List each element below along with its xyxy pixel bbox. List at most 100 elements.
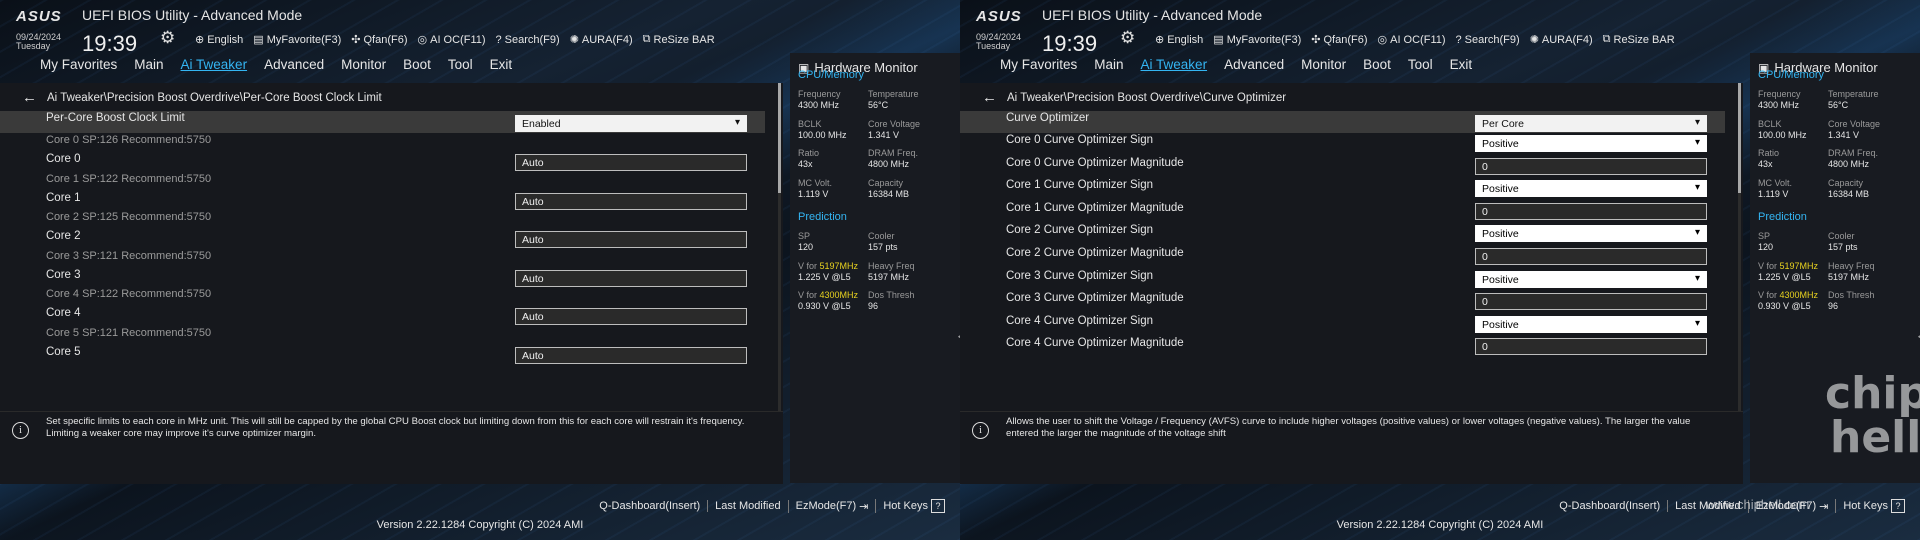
footer-link-hot-keys[interactable]: Hot Keys? [875,499,952,513]
scrollbar-thumb[interactable] [778,83,781,193]
back-arrow-icon[interactable]: ← [982,89,997,106]
footer-link-q-dashboard-insert[interactable]: Q-Dashboard(Insert) [592,500,707,512]
footer-link-label: Last Modified [715,500,781,512]
gear-icon[interactable]: ⚙ [1120,28,1135,48]
setting-row[interactable]: Core 2 Curve Optimizer Magnitude 0 [960,246,1725,269]
footer-link-hot-keys[interactable]: Hot Keys? [1835,499,1912,513]
hardware-monitor: ▣ Hardware Monitor CPU/Memory Frequency 4… [790,53,960,483]
value-input[interactable]: 0 [1475,157,1707,175]
setting-row[interactable]: Core 0 Curve Optimizer Sign Positive [960,133,1725,156]
value-input[interactable]: 0 [1475,247,1707,265]
value-input[interactable]: 0 [1475,202,1707,220]
value-input[interactable]: Auto [515,231,747,248]
breadcrumb[interactable]: ← Ai Tweaker\Precision Boost Overdrive\P… [22,89,382,106]
setting-row[interactable]: Core 1 Auto [0,191,765,211]
footer-link-ezmode-f7[interactable]: EzMode(F7) ⇥ [787,499,876,513]
setting-row[interactable]: Core 4 Curve Optimizer Sign Positive [960,314,1725,337]
setting-row[interactable]: Core 3 Curve Optimizer Sign Positive [960,269,1725,292]
back-arrow-icon[interactable]: ← [22,89,37,106]
value-dropdown[interactable]: Positive [1475,315,1707,333]
hw-stat-value: 1.119 V [1758,188,1789,199]
toolbar-search-button[interactable]: ? Search(F9) [1456,33,1520,46]
toolbar-label: Qfan(F6) [363,33,408,46]
toolbar-aura-button[interactable]: ✺ AURA(F4) [1530,33,1593,47]
core-info-text: Core 4 SP:122 Recommend:5750 [46,288,212,300]
toolbar-resize-bar-button[interactable]: ⧉ ReSize BAR [643,33,715,46]
toolbar-favorite-button[interactable]: ▤ MyFavorite(F3) [253,33,341,47]
menu-tab-boot[interactable]: Boot [403,57,431,72]
hw-stat-value: 100.00 MHz [1758,129,1807,140]
menu-tab-monitor[interactable]: Monitor [1301,57,1346,72]
menu-tab-ai-tweaker[interactable]: Ai Tweaker [181,57,248,72]
toolbar-aura-button[interactable]: ✺ AURA(F4) [570,33,633,47]
value-dropdown[interactable]: Enabled [515,115,747,132]
toolbar-globe-button[interactable]: ⊕ English [1155,33,1203,47]
footer: Q-Dashboard(Insert) Last Modified EzMode(F… [0,483,960,540]
menu-tab-tool[interactable]: Tool [1408,57,1433,72]
exit-arrow-icon: ⇥ [1819,500,1829,513]
value-input[interactable]: Auto [515,269,747,287]
value-dropdown[interactable]: Positive [1475,270,1707,288]
toolbar-ai-oc-button[interactable]: ◎ AI OC(F11) [1378,33,1446,47]
menu-tab-boot[interactable]: Boot [1363,57,1391,72]
value-dropdown[interactable]: Per Core [1475,115,1707,132]
setting-row[interactable]: Core 4 Curve Optimizer Magnitude 0 [960,336,1725,359]
setting-row[interactable]: Core 5 Auto [0,345,765,365]
toolbar-ai-oc-button[interactable]: ◎ AI OC(F11) [417,33,486,47]
setting-row[interactable]: Core 1 Curve Optimizer Sign Positive [960,178,1725,201]
value-dropdown[interactable]: Positive [1475,135,1707,152]
menu-tab-advanced[interactable]: Advanced [264,57,324,72]
menu-tab-exit[interactable]: Exit [490,57,513,72]
value-input[interactable]: 0 [1475,293,1707,311]
value-input[interactable]: Auto [515,192,747,210]
core-info-text: Core 3 SP:121 Recommend:5750 [46,249,212,262]
value-input[interactable]: Auto [515,154,747,171]
toolbar-globe-button[interactable]: ⊕ English [195,33,243,47]
menu-tab-advanced[interactable]: Advanced [1224,57,1284,72]
value-dropdown[interactable]: Positive [1475,180,1707,198]
setting-row[interactable]: Curve Optimizer Per Core [960,111,1725,133]
ai-oc-icon: ◎ [417,34,428,46]
hw-stat-value: 1.341 V [868,129,900,140]
breadcrumb[interactable]: ← Ai Tweaker\Precision Boost Overdrive\C… [982,89,1286,106]
setting-row[interactable]: Core 2 Curve Optimizer Sign Positive [960,223,1725,246]
menu-tab-my-favorites[interactable]: My Favorites [40,57,117,72]
version-text: Version 2.22.1284 Copyright (C) 2024 AMI [1336,519,1544,531]
toolbar-fan-button[interactable]: ✣ Qfan(F6) [1311,33,1367,47]
hw-stat-frequency: Frequency 4300 MHz [1758,89,1801,111]
hw-stat-core-voltage: Core Voltage 1.341 V [1828,119,1880,141]
setting-row[interactable]: Core 0 Curve Optimizer Magnitude 0 [960,156,1725,179]
setting-row[interactable]: Core 2 Auto [0,229,765,249]
menu-tab-exit[interactable]: Exit [1450,57,1473,72]
hw-stat-label: Core Voltage [1828,118,1881,129]
menu-tab-main[interactable]: Main [1094,57,1123,72]
hw-stat-value: 4300 MHz [1758,100,1800,110]
prediction-label-text: V for [1758,290,1778,300]
footer-link-last-modified[interactable]: Last Modified [707,500,787,512]
toolbar-favorite-button[interactable]: ▤ MyFavorite(F3) [1213,33,1301,47]
value-input[interactable]: 0 [1475,338,1707,356]
menu-tab-tool[interactable]: Tool [448,57,473,72]
hw-stat-label: Temperature [1828,89,1879,99]
setting-row[interactable]: Core 3 Curve Optimizer Magnitude 0 [960,291,1725,314]
menu-tab-ai-tweaker[interactable]: Ai Tweaker [1141,57,1208,72]
gear-icon[interactable]: ⚙ [160,28,175,48]
value-input[interactable]: Auto [515,346,747,364]
setting-row[interactable]: Core 4 Auto [0,306,765,326]
menu-tab-monitor[interactable]: Monitor [341,57,386,72]
footer-link-q-dashboard-insert[interactable]: Q-Dashboard(Insert) [1552,500,1667,512]
menu-tab-my-favorites[interactable]: My Favorites [1000,57,1077,72]
menu-tab-main[interactable]: Main [134,57,163,72]
setting-row[interactable]: Core 3 Auto [0,268,765,288]
setting-row[interactable]: Per-Core Boost Clock Limit Enabled [0,111,765,133]
setting-row[interactable]: Core 0 Auto [0,152,765,172]
value-input[interactable]: Auto [515,308,747,325]
scrollbar-thumb[interactable] [1738,83,1741,193]
toolbar-fan-button[interactable]: ✣ Qfan(F6) [351,33,408,47]
setting-row[interactable]: Core 1 Curve Optimizer Magnitude 0 [960,201,1725,224]
toolbar-search-button[interactable]: ? Search(F9) [496,33,560,46]
value-dropdown[interactable]: Positive [1475,225,1707,243]
setting-label: Core 1 Curve Optimizer Magnitude [1006,201,1184,214]
toolbar-resize-bar-button[interactable]: ⧉ ReSize BAR [1603,33,1675,46]
core-info-row: Core 3 SP:121 Recommend:5750 [0,249,765,268]
